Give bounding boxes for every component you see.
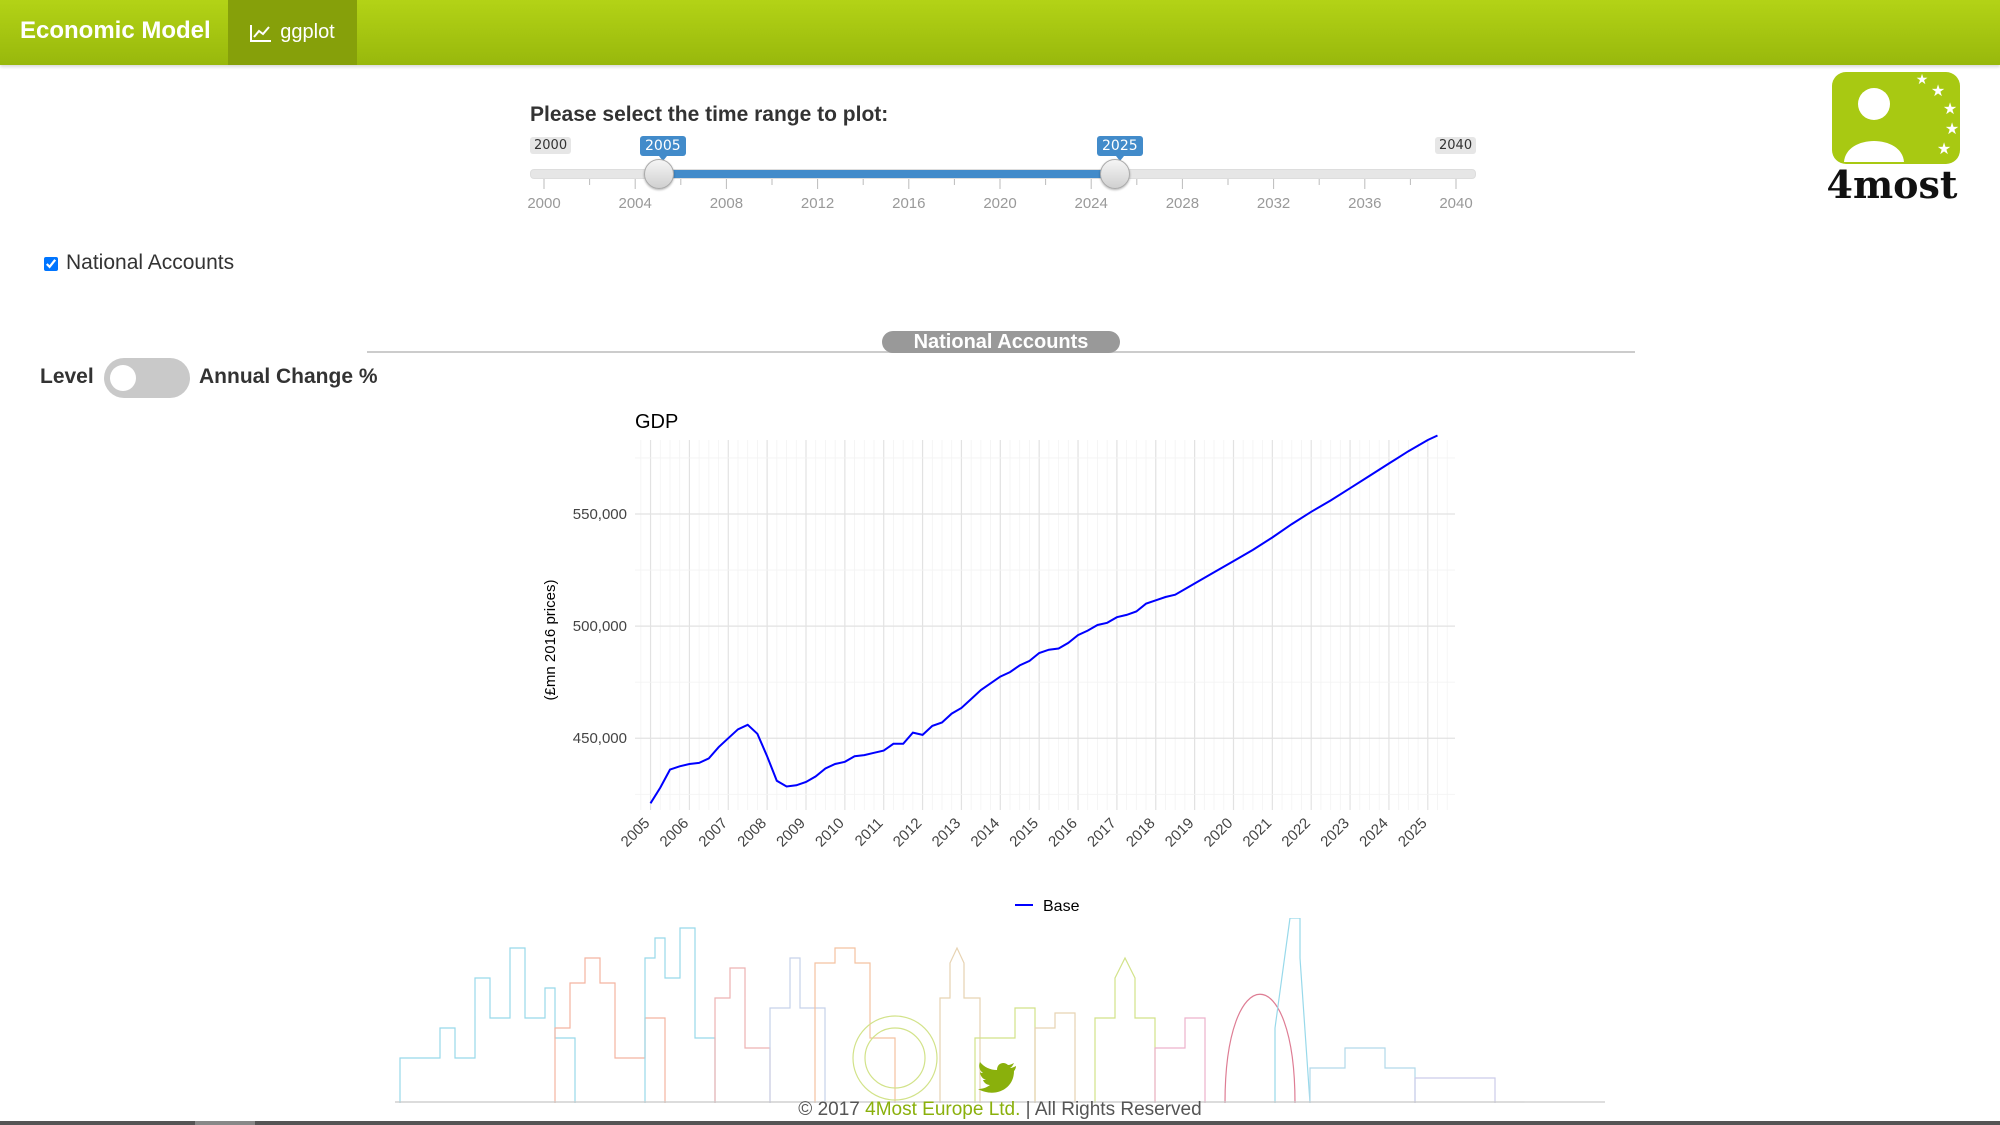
x-tick-label: 2011	[852, 815, 887, 850]
x-tick-label: 2015	[1006, 815, 1042, 851]
level-annual-toggle[interactable]	[104, 358, 190, 398]
x-tick-label: 2019	[1162, 815, 1198, 851]
copyright-prefix: © 2017	[798, 1099, 866, 1120]
x-tick-label: 2006	[657, 815, 693, 851]
copyright-text: © 2017 4Most Europe Ltd. | All Rights Re…	[0, 1099, 2000, 1121]
slider-ticks	[543, 179, 1457, 189]
slider-grid-label: 2024	[1074, 195, 1108, 212]
toggle-left-label: Level	[40, 365, 94, 388]
x-tick-label: 2009	[773, 815, 809, 851]
slider-grid-label: 2032	[1256, 195, 1291, 212]
slider-to-label: 2025	[1097, 136, 1143, 161]
x-tick-label: 2017	[1084, 815, 1120, 851]
svg-text:★: ★	[1931, 81, 1945, 100]
x-tick-label: 2023	[1317, 815, 1353, 851]
tab-ggplot-label: ggplot	[280, 21, 335, 43]
y-tick-label: 500,000	[573, 618, 627, 635]
slider-min-label: 2000	[530, 137, 572, 154]
time-range-slider[interactable]: 2000 2040 2005 2025 2000 2004 2008 2012 2016…	[527, 135, 1477, 215]
copyright-suffix: | All Rights Reserved	[1020, 1099, 1202, 1120]
x-tick-label: 2007	[695, 815, 731, 851]
chart-title: GDP	[635, 411, 678, 433]
toggle-knob[interactable]	[110, 365, 136, 391]
section-title: National Accounts	[882, 331, 1120, 353]
national-accounts-checkbox[interactable]	[44, 257, 58, 271]
svg-text:★: ★	[1937, 139, 1951, 158]
x-tick-label: 2020	[1201, 815, 1237, 851]
company-link[interactable]: 4Most Europe Ltd.	[865, 1099, 1020, 1120]
slider-grid-label: 2004	[618, 195, 652, 212]
x-tick-label: 2012	[890, 815, 926, 851]
series-line-base	[649, 434, 1438, 804]
legend-label-base: Base	[1043, 898, 1080, 915]
gdp-chart: GDP 450,000 500,000 550,000 (£mn 2016 prices…	[542, 411, 1455, 915]
slider-grid-label: 2040	[1439, 195, 1473, 212]
y-tick-label: 450,000	[573, 730, 627, 747]
toggle-right-label: Annual Change %	[199, 365, 378, 388]
x-tick-label: 2014	[968, 815, 1004, 851]
svg-text:★: ★	[1945, 119, 1959, 138]
x-tick-label: 2008	[734, 815, 770, 851]
slider-grid-label: 2012	[800, 195, 835, 212]
tab-ggplot[interactable]: ggplot	[228, 0, 357, 65]
slider-from-label: 2005	[640, 136, 686, 161]
twitter-icon[interactable]	[978, 1062, 1018, 1094]
slider-grid-label: 2008	[709, 195, 744, 212]
national-accounts-checkbox-label[interactable]: National Accounts	[66, 251, 234, 275]
x-tick-label: 2025	[1395, 815, 1431, 851]
slider-grid-label: 2036	[1348, 195, 1382, 212]
slider-grid-label: 2016	[892, 195, 926, 212]
horizontal-scrollbar-thumb[interactable]	[195, 1121, 255, 1125]
y-axis-label: (£mn 2016 prices)	[542, 580, 559, 701]
x-tick-label: 2024	[1356, 815, 1392, 851]
x-tick-label: 2016	[1045, 815, 1081, 851]
x-tick-label: 2013	[929, 815, 965, 851]
slider-grid-label: 2028	[1165, 195, 1200, 212]
x-tick-label: 2005	[618, 815, 654, 851]
logo-text: 4most	[1827, 162, 1958, 207]
slider-grid-label: 2000	[527, 195, 561, 212]
time-range-label: Please select the time range to plot:	[530, 103, 889, 126]
svg-text:★: ★	[1943, 99, 1957, 118]
horizontal-scrollbar[interactable]	[0, 1121, 2000, 1125]
app-brand[interactable]: Economic Model	[20, 0, 211, 65]
line-chart-icon	[250, 24, 272, 42]
x-tick-label: 2022	[1278, 815, 1314, 851]
slider-grid-label: 2020	[983, 195, 1017, 212]
svg-text:★: ★	[1916, 72, 1929, 88]
y-tick-label: 550,000	[573, 506, 627, 523]
x-tick-label: 2010	[812, 815, 848, 851]
slider-max-label: 2040	[1435, 137, 1477, 154]
slider-selected-range[interactable]	[658, 170, 1114, 178]
x-tick-label: 2018	[1123, 815, 1159, 851]
x-tick-label: 2021	[1240, 815, 1276, 851]
navbar: Economic Model ggplot	[0, 0, 2000, 65]
person-stars-logo-icon: ★ ★ ★ ★ ★ 4most	[1827, 72, 1960, 207]
